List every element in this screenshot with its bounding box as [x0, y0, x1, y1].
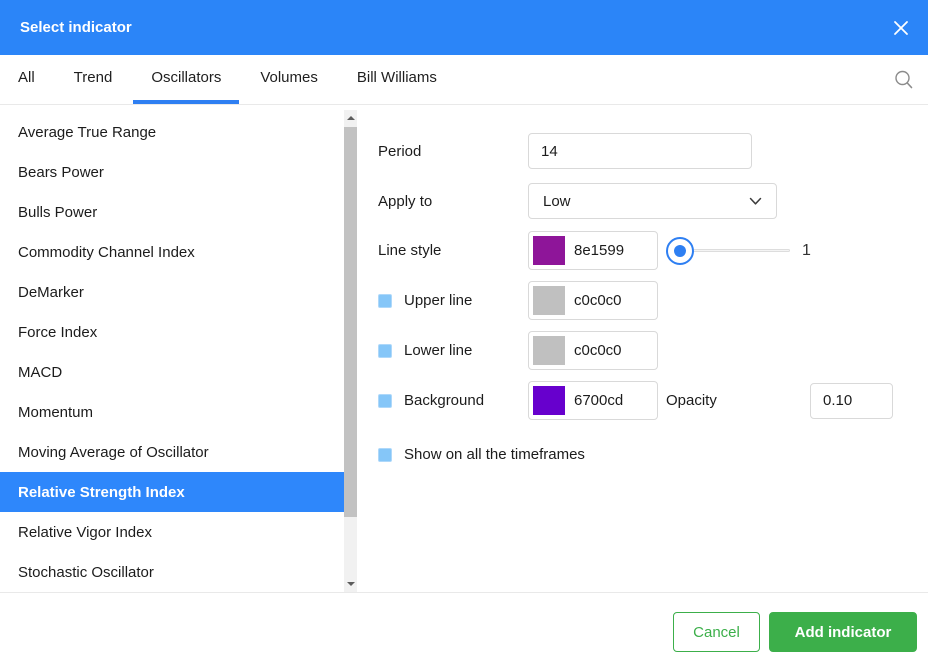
line-color-picker[interactable]: 8e1599: [528, 231, 658, 270]
line-color-swatch: [533, 236, 565, 265]
apply-to-row: Apply to Low: [378, 183, 928, 219]
line-width-slider[interactable]: [666, 236, 790, 266]
tab-oscillators-label: Oscillators: [151, 69, 221, 86]
list-item[interactable]: Relative Vigor Index: [0, 512, 344, 552]
tab-volumes[interactable]: Volumes: [242, 55, 336, 104]
lower-line-label: Lower line: [404, 342, 472, 359]
list-item[interactable]: Bears Power: [0, 152, 344, 192]
upper-line-color-hex: c0c0c0: [574, 292, 622, 309]
opacity-input[interactable]: [810, 383, 893, 419]
lower-line-color-hex: c0c0c0: [574, 342, 622, 359]
cancel-button[interactable]: Cancel: [673, 612, 760, 652]
background-checkbox[interactable]: [378, 394, 392, 408]
slider-track[interactable]: [680, 249, 790, 252]
upper-line-checkbox[interactable]: [378, 294, 392, 308]
tab-oscillators[interactable]: Oscillators: [133, 55, 239, 104]
list-item[interactable]: Stochastic Oscillator: [0, 552, 344, 592]
list-item[interactable]: Force Index: [0, 312, 344, 352]
select-indicator-dialog: Select indicator All Trend Oscillators V…: [0, 0, 928, 657]
tab-bill-williams-label: Bill Williams: [357, 69, 437, 86]
background-color-picker[interactable]: 6700cd: [528, 381, 658, 420]
scroll-up-icon[interactable]: [344, 110, 357, 126]
chevron-down-icon: [749, 193, 762, 210]
show-all-timeframes-row: Show on all the timeframes: [378, 446, 928, 463]
line-width-value: 1: [802, 242, 811, 260]
line-style-row: Line style 8e1599 1: [378, 231, 928, 270]
dialog-body: Average True Range Bears Power Bulls Pow…: [0, 105, 928, 592]
apply-to-value: Low: [543, 193, 571, 210]
category-tabs: All Trend Oscillators Volumes Bill Willi…: [0, 55, 928, 105]
tab-volumes-label: Volumes: [260, 69, 318, 86]
dialog-header: Select indicator: [0, 0, 928, 55]
show-all-timeframes-checkbox[interactable]: [378, 448, 392, 462]
lower-line-color-picker[interactable]: c0c0c0: [528, 331, 658, 370]
close-icon[interactable]: [890, 17, 912, 39]
list-item[interactable]: Commodity Channel Index: [0, 232, 344, 272]
list-item[interactable]: Moving Average of Oscillator: [0, 432, 344, 472]
dialog-footer: Cancel Add indicator: [0, 592, 928, 657]
indicator-list: Average True Range Bears Power Bulls Pow…: [0, 105, 358, 592]
list-scrollbar[interactable]: [344, 110, 357, 592]
lower-line-row: Lower line c0c0c0: [378, 331, 928, 370]
period-row: Period: [378, 133, 928, 169]
line-width-control: 1: [666, 236, 811, 266]
background-color-hex: 6700cd: [574, 392, 623, 409]
add-indicator-button[interactable]: Add indicator: [769, 612, 917, 652]
tab-all[interactable]: All: [0, 55, 53, 104]
list-item[interactable]: Bulls Power: [0, 192, 344, 232]
line-color-hex: 8e1599: [574, 242, 624, 259]
period-label: Period: [378, 143, 528, 160]
line-style-label: Line style: [378, 242, 528, 259]
tab-trend[interactable]: Trend: [56, 55, 131, 104]
list-item[interactable]: DeMarker: [0, 272, 344, 312]
list-item[interactable]: Momentum: [0, 392, 344, 432]
lower-line-checkbox[interactable]: [378, 344, 392, 358]
scrollbar-thumb[interactable]: [344, 127, 357, 517]
upper-line-label: Upper line: [404, 292, 472, 309]
background-label: Background: [404, 392, 484, 409]
tab-all-label: All: [18, 69, 35, 86]
show-all-timeframes-label: Show on all the timeframes: [404, 446, 585, 463]
background-row: Background 6700cd Opacity: [378, 381, 928, 420]
search-icon[interactable]: [890, 55, 918, 104]
list-item[interactable]: Average True Range: [0, 112, 344, 152]
upper-line-row: Upper line c0c0c0: [378, 281, 928, 320]
apply-to-label: Apply to: [378, 193, 528, 210]
dialog-title: Select indicator: [20, 19, 132, 36]
opacity-label: Opacity: [666, 392, 810, 409]
upper-line-color-swatch: [533, 286, 565, 315]
list-item[interactable]: MACD: [0, 352, 344, 392]
indicator-settings: Period Apply to Low Line style: [358, 105, 928, 592]
upper-line-color-picker[interactable]: c0c0c0: [528, 281, 658, 320]
list-item-selected[interactable]: Relative Strength Index: [0, 472, 344, 512]
tab-trend-label: Trend: [74, 69, 113, 86]
background-color-swatch: [533, 386, 565, 415]
slider-thumb[interactable]: [666, 237, 694, 265]
lower-line-color-swatch: [533, 336, 565, 365]
apply-to-select[interactable]: Low: [528, 183, 777, 219]
tab-bill-williams[interactable]: Bill Williams: [339, 55, 455, 104]
scrollbar-track[interactable]: [344, 126, 357, 576]
period-input[interactable]: [528, 133, 752, 169]
scroll-down-icon[interactable]: [344, 576, 357, 592]
slider-thumb-dot: [674, 245, 686, 257]
